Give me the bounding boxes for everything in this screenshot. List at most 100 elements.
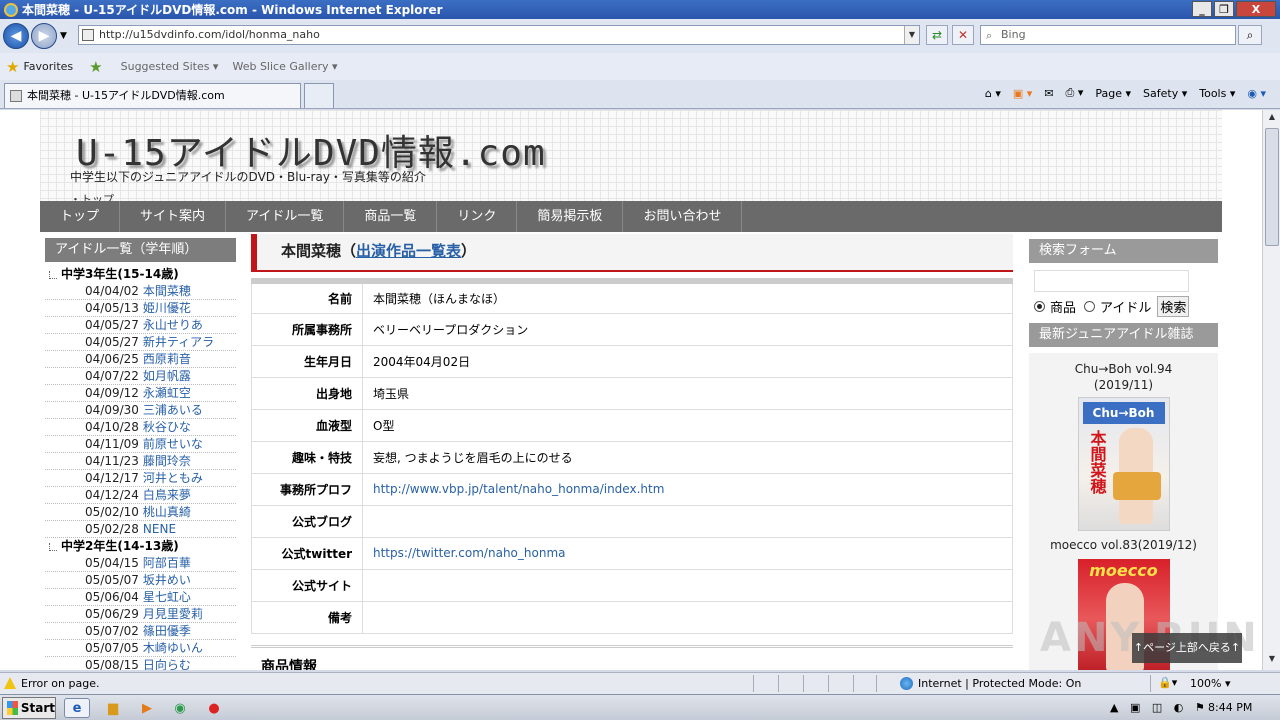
nav-contact[interactable]: お問い合わせ [623, 201, 743, 232]
search-input[interactable]: ⌕ Bing [980, 25, 1236, 45]
page-menu[interactable]: Page ▾ [1095, 87, 1131, 100]
idol-link[interactable]: 新井ティアラ [143, 335, 214, 349]
profile-link[interactable]: https://twitter.com/naho_honma [373, 546, 565, 560]
security-zone[interactable]: Internet | Protected Mode: On [900, 677, 1081, 690]
idol-link[interactable]: 篠田優季 [143, 624, 191, 638]
site-search-button[interactable]: 検索 [1157, 296, 1190, 317]
read-mail-icon[interactable]: ✉ [1044, 87, 1053, 100]
page-title-name: 本間菜穂（ [281, 242, 357, 260]
idol-link[interactable]: 姫川優花 [143, 301, 191, 315]
grade-heading[interactable]: 中学2年生(14-13歳) [45, 538, 236, 555]
profile-value: 本間菜穂（ほんまなほ） [373, 291, 506, 306]
idol-link[interactable]: 永山せりあ [143, 318, 203, 332]
recent-pages-dropdown[interactable]: ▼ [60, 31, 67, 41]
idol-link[interactable]: 月見里愛莉 [143, 607, 203, 621]
scroll-down-icon[interactable]: ▼ [1265, 654, 1279, 668]
clock[interactable]: 8:44 PM [1208, 701, 1252, 714]
idol-birthdate: 05/04/15 [85, 556, 139, 570]
nav-idol-list[interactable]: アイドル一覧 [226, 201, 345, 232]
address-dropdown-icon[interactable]: ▼ [904, 26, 919, 44]
taskbar-media-icon[interactable]: ▶ [134, 698, 160, 718]
nav-product-list[interactable]: 商品一覧 [344, 201, 438, 232]
scroll-up-icon[interactable]: ▲ [1265, 112, 1279, 126]
rss-icon[interactable]: ▣ ▾ [1013, 87, 1032, 100]
home-icon[interactable]: ⌂ ▾ [985, 87, 1001, 100]
breadcrumb[interactable]: ・トップ [70, 191, 114, 201]
new-tab-button[interactable] [304, 83, 334, 108]
idol-link[interactable]: 木崎ゆいん [143, 641, 203, 655]
safety-menu[interactable]: Safety ▾ [1143, 87, 1187, 100]
magazine-1-name[interactable]: Chu→Boh vol.94 [1029, 361, 1218, 377]
nav-links[interactable]: リンク [437, 201, 518, 232]
site-search-input[interactable] [1034, 270, 1189, 292]
help-icon[interactable]: ◉ ▾ [1247, 87, 1266, 100]
works-list-link[interactable]: 出演作品一覧表 [356, 242, 461, 260]
taskbar-explorer-icon[interactable]: ▆ [100, 698, 126, 718]
profile-value: O型 [373, 418, 395, 433]
tools-menu[interactable]: Tools ▾ [1199, 87, 1235, 100]
nav-top[interactable]: トップ [40, 201, 121, 232]
status-divider [778, 675, 779, 692]
idol-link[interactable]: 河井ともみ [143, 471, 203, 485]
search-button[interactable]: ⌕ [1238, 25, 1262, 45]
nav-bbs[interactable]: 簡易掲示板 [517, 201, 624, 232]
protected-mode-icon[interactable]: 🔒▾ [1158, 676, 1177, 689]
idol-list-item: 05/04/15 阿部百華 [45, 555, 236, 572]
idol-link[interactable]: 星七虹心 [143, 590, 191, 604]
forward-button[interactable]: ▶ [31, 23, 57, 49]
idol-link[interactable]: 如月帆露 [143, 369, 191, 383]
zoom-level[interactable]: 100% ▾ [1190, 677, 1230, 690]
back-button[interactable]: ◀ [3, 23, 29, 49]
start-button[interactable]: Start [2, 697, 56, 719]
taskbar-ie-icon[interactable]: e [64, 698, 90, 718]
back-to-top-button[interactable]: ↑ページ上部へ戻る↑ [1132, 633, 1242, 663]
address-input[interactable]: http://u15dvdinfo.com/idol/honma_naho ▼ [78, 25, 920, 45]
ie-icon [4, 2, 18, 17]
idol-list-item: 05/02/28 NENE [45, 521, 236, 538]
favorites-button[interactable]: ★ Favorites [6, 58, 73, 76]
tab-bar: 本間菜穂 - U-15アイドルDVD情報.com ⌂ ▾ ▣ ▾ ✉ ⎙ ▾ P… [0, 80, 1280, 109]
cover-skirt [1112, 472, 1161, 500]
stop-button[interactable]: ✕ [952, 25, 974, 45]
warning-icon[interactable] [4, 677, 16, 689]
idol-link[interactable]: 藤間玲奈 [143, 454, 191, 468]
grade-heading[interactable]: 中学3年生(15-14歳) [45, 266, 236, 283]
idol-link[interactable]: 永瀬虹空 [143, 386, 191, 400]
print-icon[interactable]: ⎙ ▾ [1066, 86, 1084, 100]
add-favorites-icon[interactable]: ★ [89, 58, 106, 76]
idol-link[interactable]: NENE [143, 522, 176, 536]
suggested-sites-link[interactable]: Suggested Sites ▾ [121, 60, 219, 73]
idol-list-item: 04/11/23 藤間玲奈 [45, 453, 236, 470]
idol-link[interactable]: 阿部百華 [143, 556, 191, 570]
radio-product[interactable] [1034, 301, 1045, 312]
idol-link[interactable]: 日向らむ [143, 658, 191, 670]
nav-filler [746, 201, 1222, 232]
tray-icons[interactable]: ▲ ▣ ◫ ◐ ⚑ [1110, 701, 1209, 714]
taskbar-chrome-icon[interactable]: ◉ [167, 698, 193, 718]
vertical-scrollbar[interactable]: ▲ ▼ [1262, 110, 1280, 670]
idol-link[interactable]: 桃山真綺 [143, 505, 191, 519]
web-slice-gallery-link[interactable]: Web Slice Gallery ▾ [232, 60, 337, 73]
idol-link[interactable]: 前原せいな [143, 437, 203, 451]
restore-button[interactable]: ❐ [1214, 1, 1234, 17]
minimize-button[interactable]: _ [1192, 1, 1212, 17]
idol-birthdate: 05/05/07 [85, 573, 139, 587]
profile-link[interactable]: http://www.vbp.jp/talent/naho_honma/inde… [373, 482, 664, 496]
magazine-1-cover[interactable]: Chu→Boh 本間菜穂 [1077, 397, 1170, 531]
radio-idol[interactable] [1084, 301, 1096, 312]
scroll-thumb[interactable] [1265, 128, 1279, 246]
idol-link[interactable]: 坂井めい [143, 573, 191, 587]
refresh-button[interactable]: ⇄ [926, 25, 948, 45]
magazine-2-name[interactable]: moecco vol.83(2019/12) [1029, 537, 1218, 553]
taskbar-stop-icon[interactable]: ● [201, 698, 227, 718]
idol-link[interactable]: 西原莉音 [143, 352, 191, 366]
status-message[interactable]: Error on page. [21, 677, 99, 690]
close-button[interactable]: X [1236, 1, 1276, 17]
page-title: 本間菜穂（出演作品一覧表） [251, 234, 1013, 272]
idol-link[interactable]: 三浦あいる [143, 403, 203, 417]
nav-site-guide[interactable]: サイト案内 [120, 201, 227, 232]
idol-link[interactable]: 本間菜穂 [143, 284, 191, 298]
idol-link[interactable]: 秋谷ひな [143, 420, 191, 434]
tab-active[interactable]: 本間菜穂 - U-15アイドルDVD情報.com [4, 83, 301, 108]
idol-link[interactable]: 白鳥来夢 [143, 488, 191, 502]
